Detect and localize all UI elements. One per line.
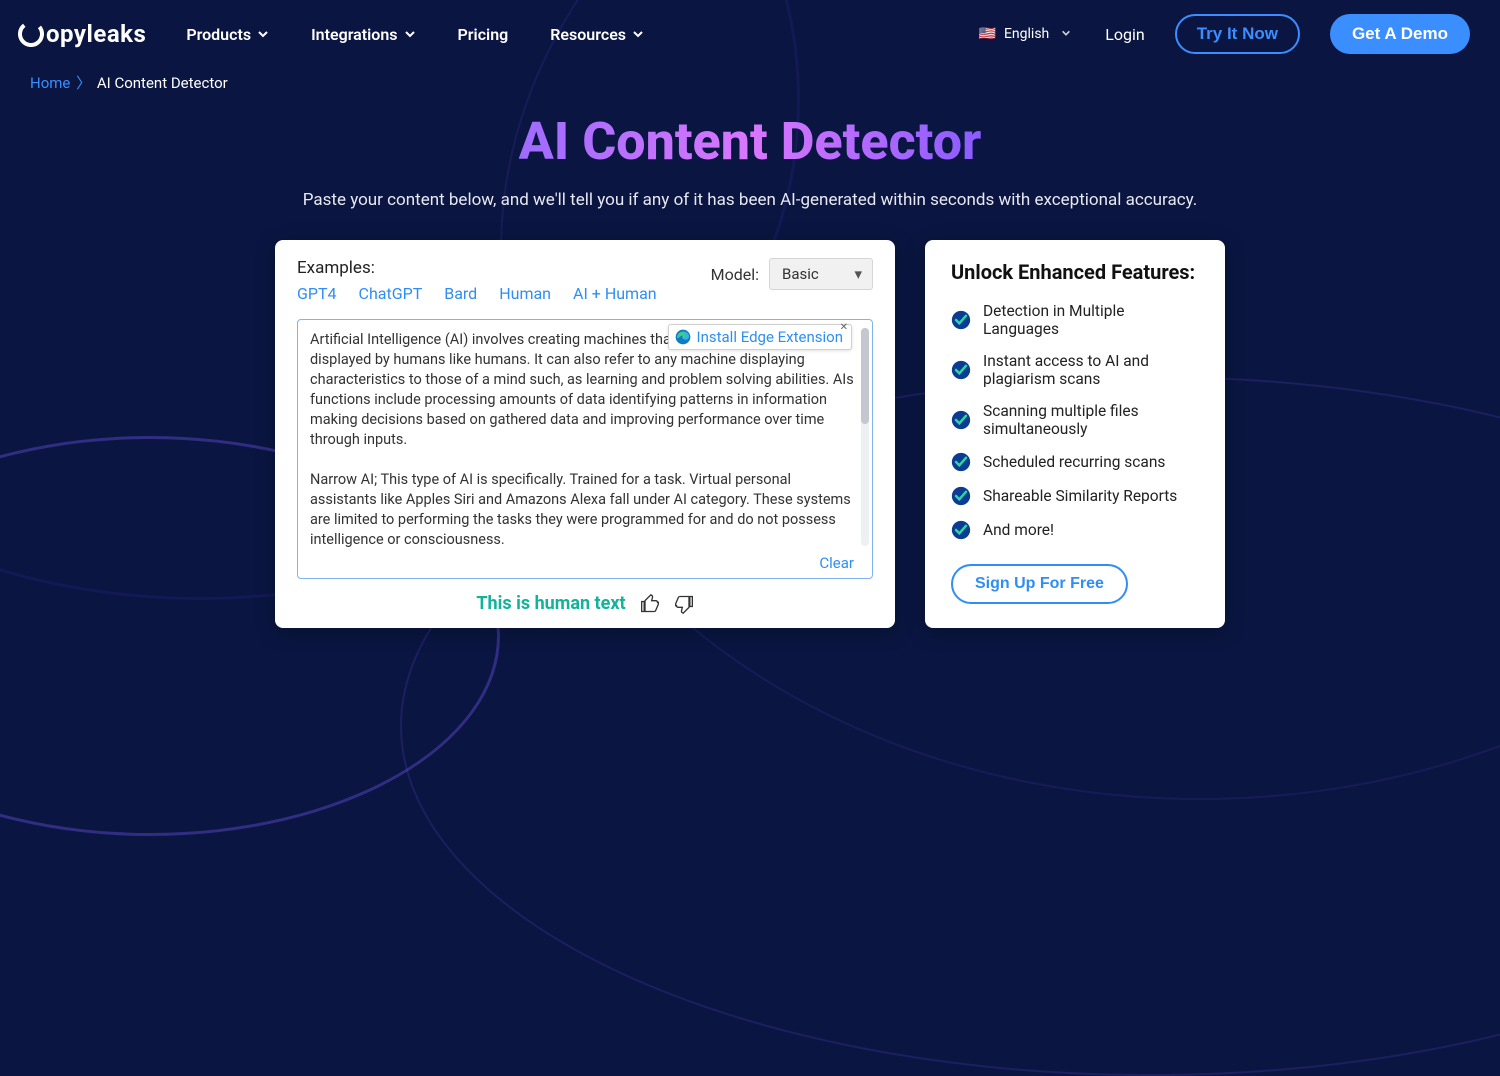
close-icon[interactable]: ✕	[840, 323, 848, 333]
nav-item-label: Pricing	[458, 25, 509, 44]
nav-item-integrations[interactable]: Integrations	[311, 25, 415, 44]
content-row: Examples: GPT4 ChatGPT Bard Human AI + H…	[0, 240, 1500, 628]
hero: AI Content Detector Paste your content b…	[0, 111, 1500, 210]
nav-menu: Products Integrations Pricing Resources	[186, 25, 644, 44]
feature-label: Detection in Multiple Languages	[983, 302, 1199, 338]
examples-links: GPT4 ChatGPT Bard Human AI + Human	[297, 284, 657, 303]
nav-item-pricing[interactable]: Pricing	[458, 25, 509, 44]
language-selector[interactable]: 🇺🇸 English	[973, 22, 1076, 46]
chevron-down-icon: ▾	[854, 265, 862, 283]
nav-item-products[interactable]: Products	[186, 25, 269, 44]
feature-item: Scheduled recurring scans	[951, 452, 1199, 472]
nav-item-label: Products	[186, 25, 251, 44]
check-icon	[951, 410, 971, 430]
feature-label: Scanning multiple files simultaneously	[983, 402, 1199, 438]
breadcrumb-current: AI Content Detector	[97, 74, 228, 92]
feature-item: And more!	[951, 520, 1199, 540]
check-icon	[951, 452, 971, 472]
language-label: English	[1004, 26, 1049, 42]
example-gpt4[interactable]: GPT4	[297, 284, 337, 303]
check-icon	[951, 486, 971, 506]
feature-item: Instant access to AI and plagiarism scan…	[951, 352, 1199, 388]
content-textarea[interactable]: Artificial Intelligence (AI) involves cr…	[297, 319, 873, 579]
nav-item-label: Resources	[550, 25, 626, 44]
scrollbar-thumb[interactable]	[861, 328, 869, 424]
breadcrumb: Home 〉 AI Content Detector	[0, 68, 1500, 93]
page-subtitle: Paste your content below, and we'll tell…	[0, 190, 1500, 210]
detector-card: Examples: GPT4 ChatGPT Bard Human AI + H…	[275, 240, 895, 628]
features-title: Unlock Enhanced Features:	[951, 260, 1199, 284]
result-text: This is human text	[476, 593, 625, 614]
model-selector-group: Model: Basic ▾	[711, 258, 873, 290]
feature-label: Shareable Similarity Reports	[983, 487, 1177, 505]
logo-icon	[18, 21, 44, 47]
textarea-text: Artificial Intelligence (AI) involves cr…	[310, 330, 860, 550]
breadcrumb-home[interactable]: Home	[30, 74, 70, 92]
signup-button[interactable]: Sign Up For Free	[951, 564, 1128, 604]
clear-button[interactable]: Clear	[819, 554, 854, 572]
examples-label: Examples:	[297, 258, 657, 278]
chevron-down-icon	[632, 28, 644, 40]
feature-item: Scanning multiple files simultaneously	[951, 402, 1199, 438]
feature-label: And more!	[983, 521, 1054, 539]
feature-label: Scheduled recurring scans	[983, 453, 1165, 471]
chevron-down-icon	[257, 28, 269, 40]
example-bard[interactable]: Bard	[444, 284, 477, 303]
example-chatgpt[interactable]: ChatGPT	[359, 284, 423, 303]
nav-item-label: Integrations	[311, 25, 397, 44]
check-icon	[951, 310, 971, 330]
check-icon	[951, 360, 971, 380]
chevron-down-icon	[1061, 28, 1071, 38]
features-card: Unlock Enhanced Features: Detection in M…	[925, 240, 1225, 628]
breadcrumb-separator: 〉	[76, 74, 91, 92]
chevron-down-icon	[404, 28, 416, 40]
feature-label: Instant access to AI and plagiarism scan…	[983, 352, 1199, 388]
model-select[interactable]: Basic ▾	[769, 258, 873, 290]
edge-icon	[675, 329, 691, 345]
flag-icon: 🇺🇸	[979, 26, 996, 42]
model-label: Model:	[711, 265, 759, 284]
nav-item-resources[interactable]: Resources	[550, 25, 644, 44]
install-extension-link[interactable]: Install Edge Extension	[697, 328, 843, 346]
features-list: Detection in Multiple Languages Instant …	[951, 302, 1199, 540]
page-title: AI Content Detector	[519, 111, 982, 172]
result-row: This is human text	[297, 593, 873, 614]
nav-right: 🇺🇸 English Login Try It Now Get A Demo	[973, 14, 1470, 54]
extension-popup: Install Edge Extension ✕	[668, 324, 852, 350]
thumbs-down-icon[interactable]	[674, 594, 694, 614]
login-link[interactable]: Login	[1105, 25, 1144, 44]
feature-item: Shareable Similarity Reports	[951, 486, 1199, 506]
brand-logo[interactable]: opyleaks	[18, 20, 146, 48]
thumbs-up-icon[interactable]	[640, 594, 660, 614]
example-ai-human[interactable]: AI + Human	[573, 284, 657, 303]
get-a-demo-button[interactable]: Get A Demo	[1330, 14, 1470, 54]
top-nav: opyleaks Products Integrations Pricing R…	[0, 0, 1500, 68]
example-human[interactable]: Human	[499, 284, 551, 303]
check-icon	[951, 520, 971, 540]
model-select-value: Basic	[782, 265, 819, 283]
try-it-now-button[interactable]: Try It Now	[1175, 14, 1300, 54]
brand-text: opyleaks	[46, 20, 146, 48]
feature-item: Detection in Multiple Languages	[951, 302, 1199, 338]
